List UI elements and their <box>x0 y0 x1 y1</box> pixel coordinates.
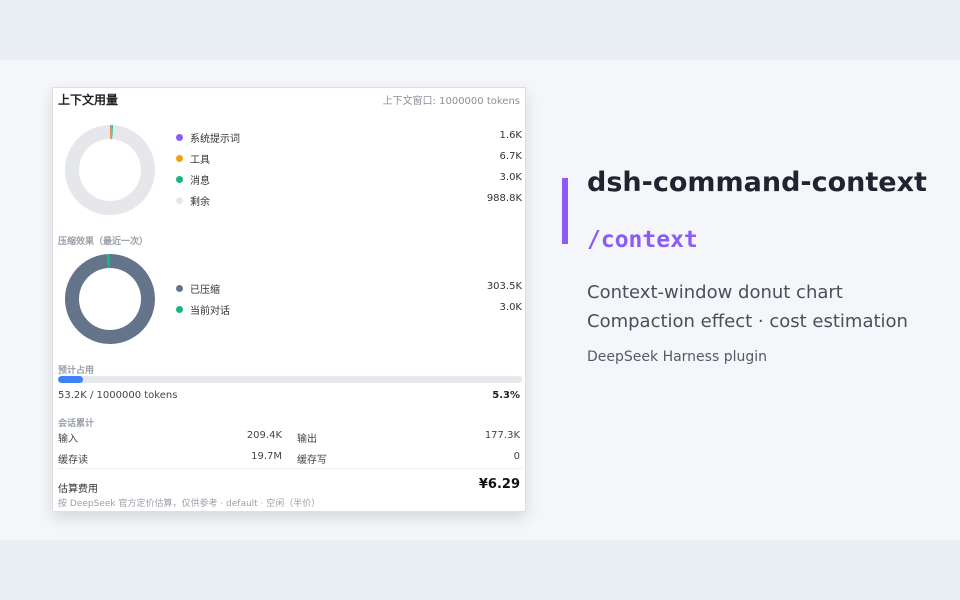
legend-row-remaining: 剩余 988.8K <box>176 193 522 209</box>
context-usage-panel: 上下文用量 上下文窗口: 1000000 tokens 系统提示词 1.6K 工… <box>52 87 526 512</box>
usage-donut-chart <box>65 125 155 215</box>
panel-title: 上下文用量 <box>58 93 119 107</box>
plugin-title: dsh-command-context <box>587 167 927 198</box>
legend-dot <box>176 285 183 292</box>
cache-read-label: 缓存读 <box>58 455 88 466</box>
legend-dot <box>176 155 183 162</box>
divider <box>58 468 522 469</box>
description-line-1: Context-window donut chart <box>587 282 843 303</box>
plugin-subtitle: DeepSeek Harness plugin <box>587 349 768 365</box>
output-label: 输出 <box>297 434 317 445</box>
usage-donut-slice-3 <box>65 125 155 215</box>
legend-label: 剩余 <box>190 197 210 208</box>
compaction-section-label: 压缩效果（最近一次） <box>58 237 149 247</box>
projected-tokens-text: 53.2K / 1000000 tokens <box>58 390 178 401</box>
legend-dot <box>176 134 183 141</box>
legend-label: 当前对话 <box>190 306 230 317</box>
legend-value: 1.6K <box>499 130 522 141</box>
input-value: 209.4K <box>246 430 282 441</box>
cache-write-value: 0 <box>513 451 520 462</box>
projected-usage-bar <box>58 376 522 383</box>
output-value: 177.3K <box>484 430 520 441</box>
projected-percent-text: 5.3% <box>492 390 520 401</box>
legend-row-system-prompt: 系统提示词 1.6K <box>176 130 522 146</box>
legend-dot <box>176 197 183 204</box>
legend-value: 3.0K <box>499 172 522 183</box>
legend-label: 工具 <box>190 155 210 166</box>
cache-write-label: 缓存写 <box>297 455 327 466</box>
legend-value: 988.8K <box>486 193 522 204</box>
legend-label: 系统提示词 <box>190 134 240 145</box>
compaction-donut-chart <box>65 254 155 344</box>
legend-value: 6.7K <box>499 151 522 162</box>
input-label: 输入 <box>58 434 78 445</box>
compaction-donut-slice-0 <box>65 254 155 344</box>
legend-row-tools: 工具 6.7K <box>176 151 522 167</box>
legend-value: 303.5K <box>486 281 522 292</box>
cache-read-value: 19.7M <box>251 451 282 462</box>
estimated-cost-value: ¥6.29 <box>478 477 520 492</box>
estimated-cost-label: 估算费用 <box>58 484 98 495</box>
legend-label: 已压缩 <box>190 285 220 296</box>
session-total-label: 会话累计 <box>58 419 95 429</box>
legend-row-compressed: 已压缩 303.5K <box>176 281 522 297</box>
context-window-label: 上下文窗口: 1000000 tokens <box>382 96 520 107</box>
legend-row-messages: 消息 3.0K <box>176 172 522 188</box>
projected-usage-label: 预计占用 <box>58 366 95 376</box>
bottom-band <box>0 540 960 600</box>
legend-value: 3.0K <box>499 302 522 313</box>
description-line-2: Compaction effect · cost estimation <box>587 311 908 332</box>
top-band <box>0 0 960 60</box>
legend-dot <box>176 306 183 313</box>
legend-dot <box>176 176 183 183</box>
pricing-note: 按 DeepSeek 官方定价估算，仅供参考 · default · 空闲（半价… <box>58 499 321 509</box>
legend-label: 消息 <box>190 176 210 187</box>
command-name: /context <box>587 227 698 253</box>
legend-row-current-conversation: 当前对话 3.0K <box>176 302 522 318</box>
projected-usage-bar-fill <box>58 376 83 383</box>
accent-bar <box>562 178 568 244</box>
